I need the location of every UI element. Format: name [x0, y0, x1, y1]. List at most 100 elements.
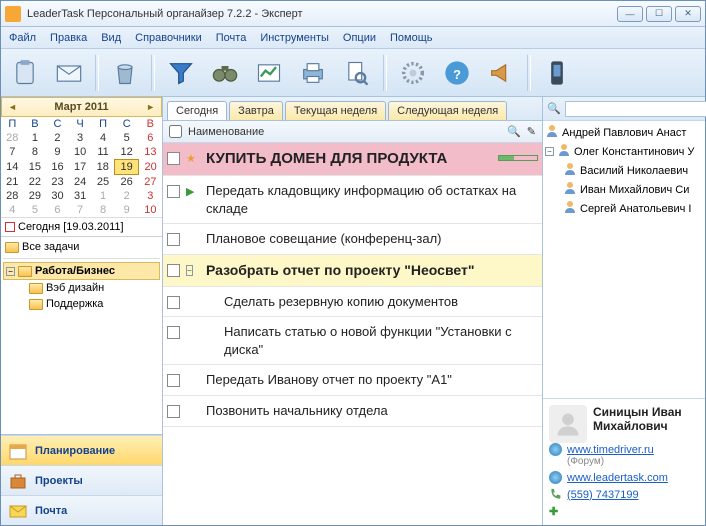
cal-day[interactable]: 2 — [115, 189, 139, 203]
nav-planning[interactable]: Планирование — [1, 435, 162, 465]
collapse-icon[interactable]: − — [6, 267, 15, 276]
announce-button[interactable] — [483, 55, 519, 91]
filter-button[interactable] — [163, 55, 199, 91]
mobile-button[interactable] — [539, 55, 575, 91]
task-checkbox[interactable] — [167, 185, 180, 198]
cal-day[interactable]: 7 — [69, 203, 92, 217]
contact-item[interactable]: Сергей Анатольевич I — [545, 199, 703, 218]
tree-work[interactable]: −Работа/Бизнес — [3, 262, 160, 280]
task-row[interactable]: −Разобрать отчет по проекту "Неосвет" — [163, 255, 542, 287]
clipboard-button[interactable] — [7, 55, 43, 91]
task-row[interactable]: ★КУПИТЬ ДОМЕН ДЛЯ ПРОДУКТА — [163, 143, 542, 176]
select-all-checkbox[interactable] — [169, 125, 182, 138]
contact-item[interactable]: Василий Николаевич — [545, 161, 703, 180]
minimize-button[interactable]: — — [617, 6, 643, 22]
cal-day[interactable]: 29 — [24, 189, 47, 203]
cal-day[interactable]: 28 — [1, 131, 24, 145]
today-link[interactable]: Сегодня [19.03.2011] — [1, 217, 162, 236]
cal-day[interactable]: 8 — [91, 203, 114, 217]
cal-day[interactable]: 5 — [24, 203, 47, 217]
task-row[interactable]: Сделать резервную копию документов — [163, 287, 542, 318]
menu-file[interactable]: Файл — [9, 32, 36, 44]
cal-day[interactable]: 5 — [115, 131, 139, 145]
cal-day[interactable]: 25 — [91, 175, 114, 190]
cal-next-icon[interactable]: ► — [146, 102, 155, 112]
task-checkbox[interactable] — [167, 152, 180, 165]
cal-day[interactable]: 3 — [69, 131, 92, 145]
search-icon[interactable]: 🔍 — [507, 125, 521, 138]
chart-button[interactable] — [251, 55, 287, 91]
cal-day[interactable]: 17 — [69, 160, 92, 175]
contact-phone[interactable]: (559) 7437199 — [567, 489, 639, 501]
cal-day[interactable]: 14 — [1, 160, 24, 175]
cal-day[interactable]: 22 — [24, 175, 47, 190]
task-row[interactable]: Позвонить начальнику отдела — [163, 396, 542, 427]
edit-icon[interactable]: ✎ — [527, 125, 536, 138]
cal-day[interactable]: 6 — [46, 203, 69, 217]
cal-day[interactable]: 7 — [1, 145, 24, 160]
cal-day[interactable]: 9 — [115, 203, 139, 217]
cal-day[interactable]: 21 — [1, 175, 24, 190]
menu-view[interactable]: Вид — [101, 32, 121, 44]
calendar-header[interactable]: ◄ Март 2011 ► — [1, 97, 162, 117]
task-checkbox[interactable] — [167, 233, 180, 246]
tree-web[interactable]: Вэб дизайн — [3, 280, 160, 296]
tree-all-tasks[interactable]: Все задачи — [3, 239, 160, 255]
binoculars-button[interactable] — [207, 55, 243, 91]
calendar-grid[interactable]: ПВСЧПСВ 28123456789101112131415161718192… — [1, 117, 162, 217]
task-checkbox[interactable] — [167, 296, 180, 309]
cal-day[interactable]: 18 — [91, 160, 114, 175]
task-checkbox[interactable] — [167, 326, 180, 339]
task-checkbox[interactable] — [167, 374, 180, 387]
mail-button[interactable] — [51, 55, 87, 91]
cal-day[interactable]: 2 — [46, 131, 69, 145]
cal-day[interactable]: 19 — [115, 160, 139, 175]
cal-day[interactable]: 30 — [46, 189, 69, 203]
contact-search-input[interactable] — [565, 101, 706, 117]
contact-item[interactable]: Андрей Павлович Анаст — [545, 123, 703, 142]
close-button[interactable]: ✕ — [675, 6, 701, 22]
cal-day[interactable]: 28 — [1, 189, 24, 203]
cal-day[interactable]: 27 — [139, 175, 162, 190]
cal-day[interactable]: 16 — [46, 160, 69, 175]
cal-day[interactable]: 10 — [69, 145, 92, 160]
menu-ref[interactable]: Справочники — [135, 32, 202, 44]
maximize-button[interactable]: ☐ — [646, 6, 672, 22]
cal-day[interactable]: 23 — [46, 175, 69, 190]
menu-options[interactable]: Опции — [343, 32, 376, 44]
cal-day[interactable]: 9 — [46, 145, 69, 160]
tree-support[interactable]: Поддержка — [3, 296, 160, 312]
tab-week[interactable]: Текущая неделя — [285, 101, 386, 120]
cal-day[interactable]: 31 — [69, 189, 92, 203]
task-checkbox[interactable] — [167, 405, 180, 418]
cal-day[interactable]: 6 — [139, 131, 162, 145]
cal-day[interactable]: 15 — [24, 160, 47, 175]
cal-day[interactable]: 8 — [24, 145, 47, 160]
task-row[interactable]: Написать статью о новой функции "Установ… — [163, 317, 542, 365]
cal-day[interactable]: 24 — [69, 175, 92, 190]
tab-tomorrow[interactable]: Завтра — [229, 101, 283, 120]
menu-mail[interactable]: Почта — [216, 32, 247, 44]
print-button[interactable] — [295, 55, 331, 91]
cal-day[interactable]: 26 — [115, 175, 139, 190]
contact-link2[interactable]: www.leadertask.com — [567, 472, 668, 484]
nav-mail[interactable]: Почта — [1, 495, 162, 525]
tab-today[interactable]: Сегодня — [167, 101, 227, 120]
collapse-icon[interactable]: − — [186, 264, 200, 276]
collapse-icon[interactable]: − — [545, 147, 554, 156]
task-row[interactable]: Плановое совещание (конференц-зал) — [163, 224, 542, 255]
help-button[interactable]: ? — [439, 55, 475, 91]
cal-day[interactable]: 12 — [115, 145, 139, 160]
cal-day[interactable]: 3 — [139, 189, 162, 203]
contact-item[interactable]: −Олег Константинович У — [545, 142, 703, 161]
cal-day[interactable]: 11 — [91, 145, 114, 160]
cal-day[interactable]: 1 — [91, 189, 114, 203]
menu-help[interactable]: Помощь — [390, 32, 433, 44]
settings-button[interactable] — [395, 55, 431, 91]
nav-projects[interactable]: Проекты — [1, 465, 162, 495]
cal-prev-icon[interactable]: ◄ — [8, 102, 17, 112]
task-list-header[interactable]: Наименование 🔍 ✎ — [163, 121, 542, 143]
add-icon[interactable]: ✚ — [549, 505, 563, 519]
preview-button[interactable] — [339, 55, 375, 91]
contact-link1[interactable]: www.timedriver.ru — [567, 444, 654, 456]
